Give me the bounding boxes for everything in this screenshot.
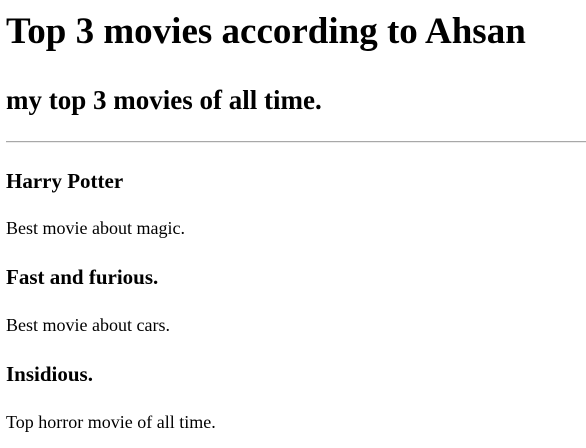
page-subtitle: my top 3 movies of all time.	[6, 85, 322, 115]
movie-title-insidious: Insidious.	[6, 362, 93, 386]
movie-description-harry-potter: Best movie about magic.	[6, 218, 185, 238]
movie-description-fast-and-furious: Best movie about cars.	[6, 315, 170, 335]
movie-description-insidious: Top horror movie of all time.	[6, 412, 216, 432]
movie-title-harry-potter: Harry Potter	[6, 169, 124, 193]
movie-title-fast-and-furious: Fast and furious.	[6, 265, 159, 289]
page: Top 3 movies according to Ahsan my top 3…	[0, 0, 586, 448]
divider	[6, 141, 586, 143]
page-title: Top 3 movies according to Ahsan	[6, 11, 526, 52]
